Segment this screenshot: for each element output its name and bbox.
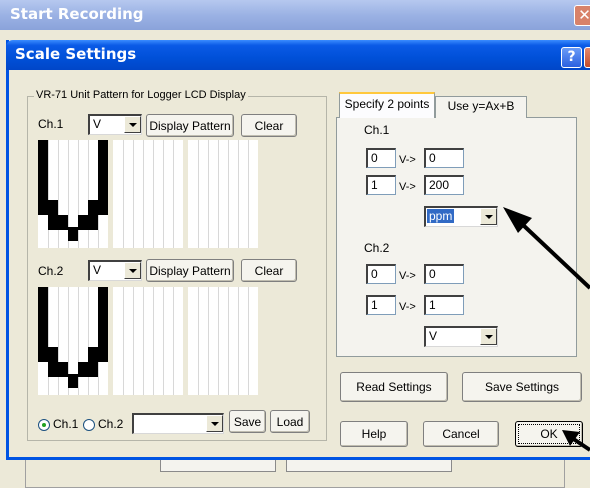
annotation-arrow-ok-shaft xyxy=(570,436,590,452)
arrow-pointer-icon xyxy=(503,207,590,452)
tab-specify-2-points[interactable]: Specify 2 points xyxy=(339,92,435,118)
tab-specify-2-points-label: Specify 2 points xyxy=(344,97,430,111)
annotation-arrow-shaft xyxy=(520,222,590,290)
